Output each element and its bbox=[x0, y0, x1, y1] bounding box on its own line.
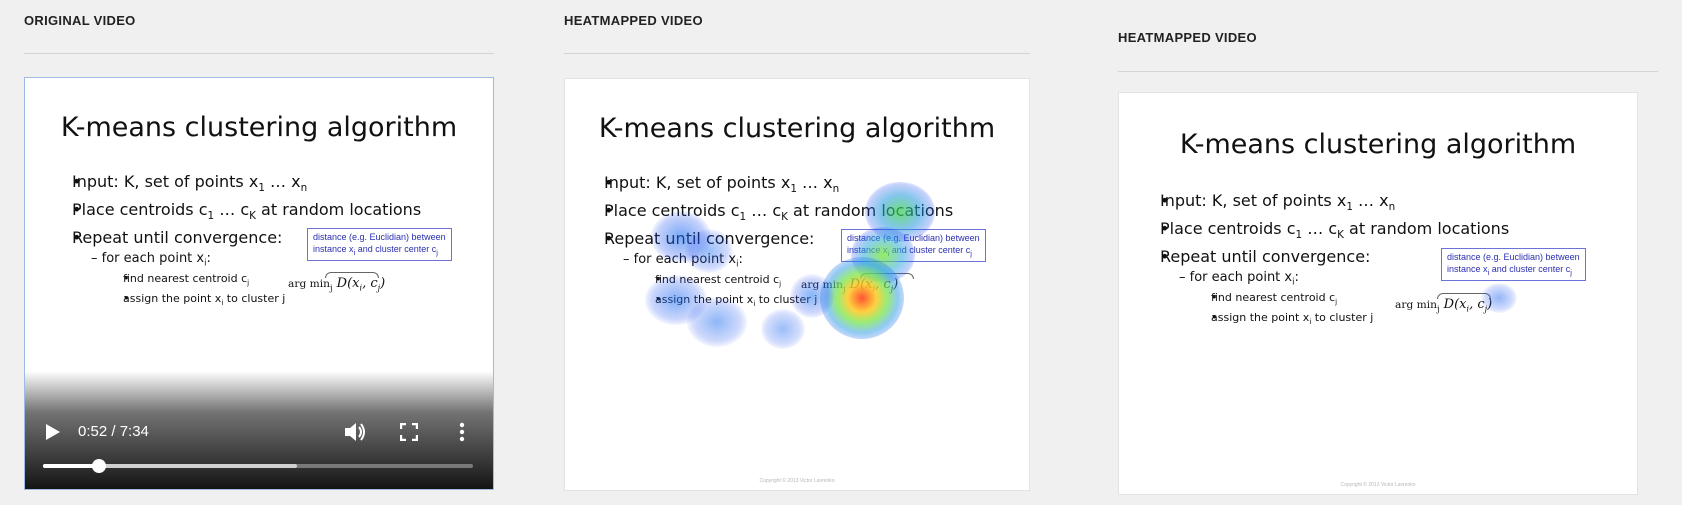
progress-scrubber-handle[interactable] bbox=[91, 459, 106, 473]
bullet-input: Input: K, set of points x1 … xn bbox=[1143, 191, 1509, 213]
slide-copyright: Copyright © 2013 Victor Lavrenko bbox=[759, 478, 835, 484]
argmin-formula: arg minj D(xi, cj) bbox=[801, 277, 899, 294]
heatmap-video-1[interactable]: K-means clustering algorithm Input: K, s… bbox=[564, 78, 1030, 491]
bullet-input: Input: K, set of points x1 … xn bbox=[587, 173, 953, 195]
distance-annotation-box: distance (e.g. Euclidian) between instan… bbox=[1441, 248, 1586, 282]
bullet-place-centroids: Place centroids c1 … cK at random locati… bbox=[55, 200, 421, 222]
progress-played bbox=[43, 464, 99, 468]
column-divider bbox=[564, 53, 1030, 54]
original-video-player[interactable]: K-means clustering algorithm Input: K, s… bbox=[24, 77, 494, 490]
slide-title: K-means clustering algorithm bbox=[60, 112, 458, 143]
bullet-place-centroids: Place centroids c1 … cK at random locati… bbox=[587, 201, 953, 223]
heatmap-video-2[interactable]: K-means clustering algorithm Input: K, s… bbox=[1118, 92, 1638, 495]
video-controls: 0:52 / 7:34 bbox=[25, 371, 493, 489]
column-divider bbox=[1118, 71, 1658, 72]
slide-copyright: Copyright © 2013 Victor Lavrenko bbox=[1340, 482, 1416, 488]
column-title-heatmapped-2: HEATMAPPED VIDEO bbox=[1118, 30, 1257, 45]
fullscreen-icon[interactable] bbox=[400, 423, 418, 441]
column-divider bbox=[24, 53, 494, 54]
volume-icon[interactable] bbox=[343, 421, 367, 443]
subsub-assign-point: assign the point xi to cluster j bbox=[55, 292, 421, 307]
distance-annotation-box: distance (e.g. Euclidian) between instan… bbox=[841, 229, 986, 263]
distance-annotation-box: distance (e.g. Euclidian) between instan… bbox=[307, 228, 452, 262]
slide-title: K-means clustering algorithm bbox=[1179, 129, 1577, 160]
heatmap-blob bbox=[761, 309, 805, 349]
argmin-formula: arg minj D(xi, cj) bbox=[1395, 297, 1493, 314]
slide-title: K-means clustering algorithm bbox=[598, 113, 996, 144]
bullet-input: Input: K, set of points x1 … xn bbox=[55, 172, 421, 194]
playback-time: 0:52 / 7:34 bbox=[78, 423, 149, 440]
column-title-original: ORIGINAL VIDEO bbox=[24, 13, 136, 28]
more-vert-icon[interactable] bbox=[458, 422, 466, 442]
bullet-place-centroids: Place centroids c1 … cK at random locati… bbox=[1143, 219, 1509, 241]
subsub-assign-point: assign the point xi to cluster j bbox=[587, 293, 953, 308]
play-icon[interactable] bbox=[45, 423, 61, 441]
argmin-formula: arg minj D(xi, cj) bbox=[288, 276, 386, 293]
column-title-heatmapped-1: HEATMAPPED VIDEO bbox=[564, 13, 703, 28]
